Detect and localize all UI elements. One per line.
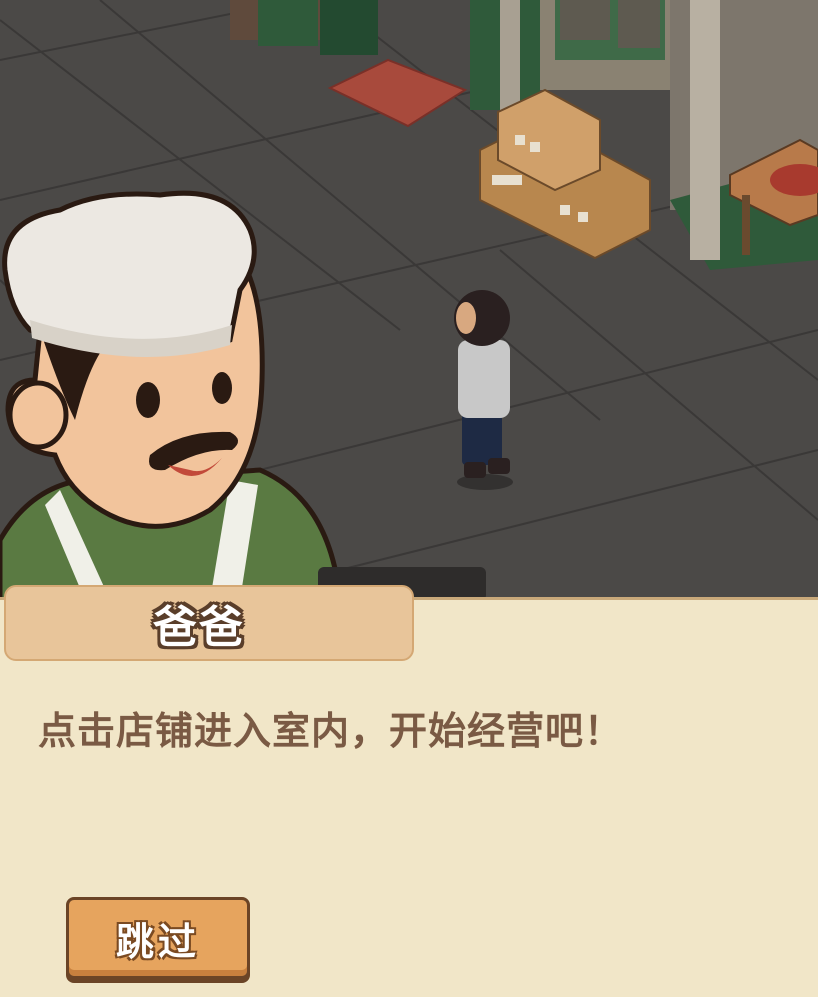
speaker-name: 爸爸 (153, 602, 245, 653)
player-character-icon[interactable] (454, 290, 513, 490)
skip-button-label: 跳过 (115, 919, 200, 964)
dialog-text: 点击店铺进入室内，开始经营吧！ (38, 709, 624, 753)
skip-button[interactable]: 跳过 (66, 897, 250, 979)
speaker-name-plate: 爸爸 (4, 585, 414, 661)
